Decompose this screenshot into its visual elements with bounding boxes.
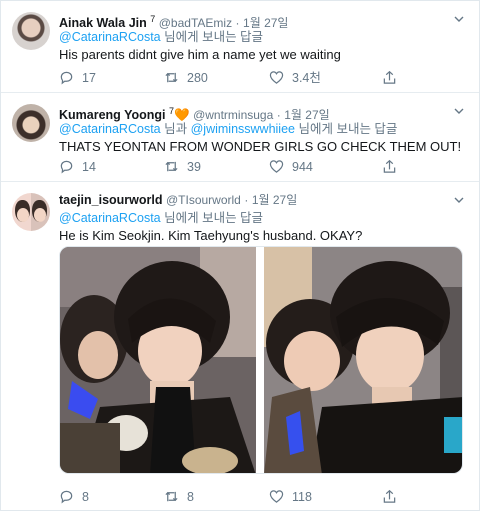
mention-link[interactable]: @CatarinaRCosta <box>59 122 161 136</box>
share-button[interactable] <box>382 69 405 87</box>
tweet[interactable]: Ainak Wala Jin 7 @badTAEmiz · 1월 27일 @Ca… <box>1 1 479 93</box>
retweet-button[interactable]: 8 <box>164 488 194 506</box>
share-icon <box>383 159 396 173</box>
heart-icon <box>269 71 284 84</box>
heart-icon <box>269 490 284 503</box>
reply-context: @CatarinaRCosta 님에게 보내는 답글 <box>59 211 264 225</box>
reply-icon <box>60 490 73 504</box>
tweet[interactable]: taejin_isourworld @TIsourworld · 1월 27일 … <box>1 182 479 511</box>
tweet-text: He is Kim Seokjin. Kim Taehyung's husban… <box>59 228 363 243</box>
like-button[interactable]: 3.4천 <box>269 69 321 87</box>
tweet-actions: 14 39 944 <box>59 158 469 176</box>
reply-context: @CatarinaRCosta 님에게 보내는 답글 <box>59 30 264 44</box>
tweet-media[interactable] <box>59 246 463 474</box>
share-icon <box>383 70 396 84</box>
avatar[interactable] <box>12 104 50 142</box>
tweet-date[interactable]: 1월 27일 <box>252 193 297 207</box>
reply-context: @CatarinaRCosta 님과 @jwiminsswwhiiee 님에게 … <box>59 122 398 136</box>
retweet-button[interactable]: 39 <box>164 158 201 176</box>
tweet-thread: Ainak Wala Jin 7 @badTAEmiz · 1월 27일 @Ca… <box>0 0 480 511</box>
tweet-text: THATS YEONTAN FROM WONDER GIRLS GO CHECK… <box>59 139 462 154</box>
chevron-down-icon[interactable] <box>453 13 465 25</box>
mention-link[interactable]: @CatarinaRCosta <box>59 211 161 225</box>
retweet-icon <box>165 491 178 502</box>
mention-link[interactable]: @jwiminsswwhiiee <box>191 122 295 136</box>
share-icon <box>383 489 396 503</box>
retweet-icon <box>165 72 178 83</box>
mention-link[interactable]: @CatarinaRCosta <box>59 30 161 44</box>
reply-icon <box>60 160 73 174</box>
chevron-down-icon[interactable] <box>453 105 465 117</box>
tweet-actions: 17 280 3.4천 <box>59 69 469 87</box>
tweet[interactable]: Kumareng Yoongi 7🧡 @wntrminsuga · 1월 27일… <box>1 93 479 182</box>
reply-button[interactable]: 14 <box>59 158 96 176</box>
display-name[interactable]: taejin_isourworld <box>59 193 163 207</box>
photo-left[interactable] <box>60 247 260 474</box>
photo-right[interactable] <box>264 247 463 474</box>
reply-button[interactable]: 17 <box>59 69 96 87</box>
heart-icon <box>269 160 284 173</box>
chevron-down-icon[interactable] <box>453 194 465 206</box>
share-button[interactable] <box>382 158 405 176</box>
reply-button[interactable]: 8 <box>59 488 89 506</box>
retweet-button[interactable]: 280 <box>164 69 208 87</box>
like-button[interactable]: 944 <box>269 158 313 176</box>
avatar[interactable] <box>12 193 50 231</box>
share-button[interactable] <box>382 488 405 506</box>
like-button[interactable]: 118 <box>269 488 312 506</box>
retweet-icon <box>165 161 178 172</box>
tweet-text: His parents didnt give him a name yet we… <box>59 47 341 62</box>
reply-icon <box>60 71 73 85</box>
user-handle[interactable]: @TIsourworld <box>166 193 241 207</box>
avatar[interactable] <box>12 12 50 50</box>
tweet-actions: 8 8 118 <box>59 488 469 506</box>
